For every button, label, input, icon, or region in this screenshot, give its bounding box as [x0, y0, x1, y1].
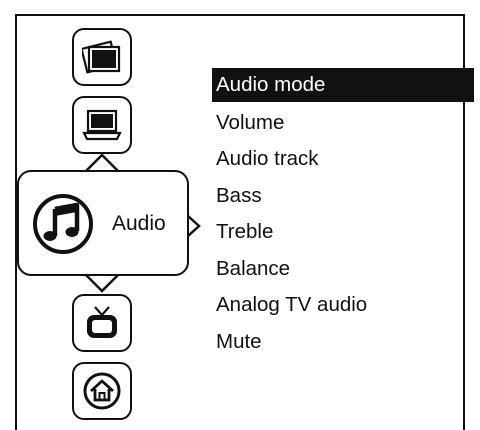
home-icon	[83, 372, 121, 410]
connector-down	[85, 274, 119, 293]
menu-item-balance[interactable]: Balance	[212, 251, 474, 288]
menu-item-bass[interactable]: Bass	[212, 178, 474, 215]
menu-item-audio-mode[interactable]: Audio mode	[212, 68, 474, 102]
menu-item-treble[interactable]: Treble	[212, 214, 474, 251]
tv-category-button[interactable]	[72, 294, 132, 352]
music-note-icon	[33, 194, 93, 254]
pc-category-button[interactable]	[72, 96, 132, 154]
home-category-button[interactable]	[72, 362, 132, 420]
laptop-icon	[82, 109, 122, 141]
tv-icon	[87, 306, 117, 338]
chevron-right-icon	[187, 215, 201, 237]
audio-menu: Audio mode Volume Audio track Bass Trebl…	[212, 68, 474, 360]
menu-item-mute[interactable]: Mute	[212, 324, 474, 361]
menu-item-audio-track[interactable]: Audio track	[212, 141, 474, 178]
menu-item-analog-tv-audio[interactable]: Analog TV audio	[212, 287, 474, 324]
picture-category-button[interactable]	[72, 28, 132, 86]
connector-up	[85, 153, 119, 172]
picture-icon	[82, 40, 121, 74]
menu-item-volume[interactable]: Volume	[212, 105, 474, 142]
selected-category-label: Audio	[112, 212, 166, 235]
